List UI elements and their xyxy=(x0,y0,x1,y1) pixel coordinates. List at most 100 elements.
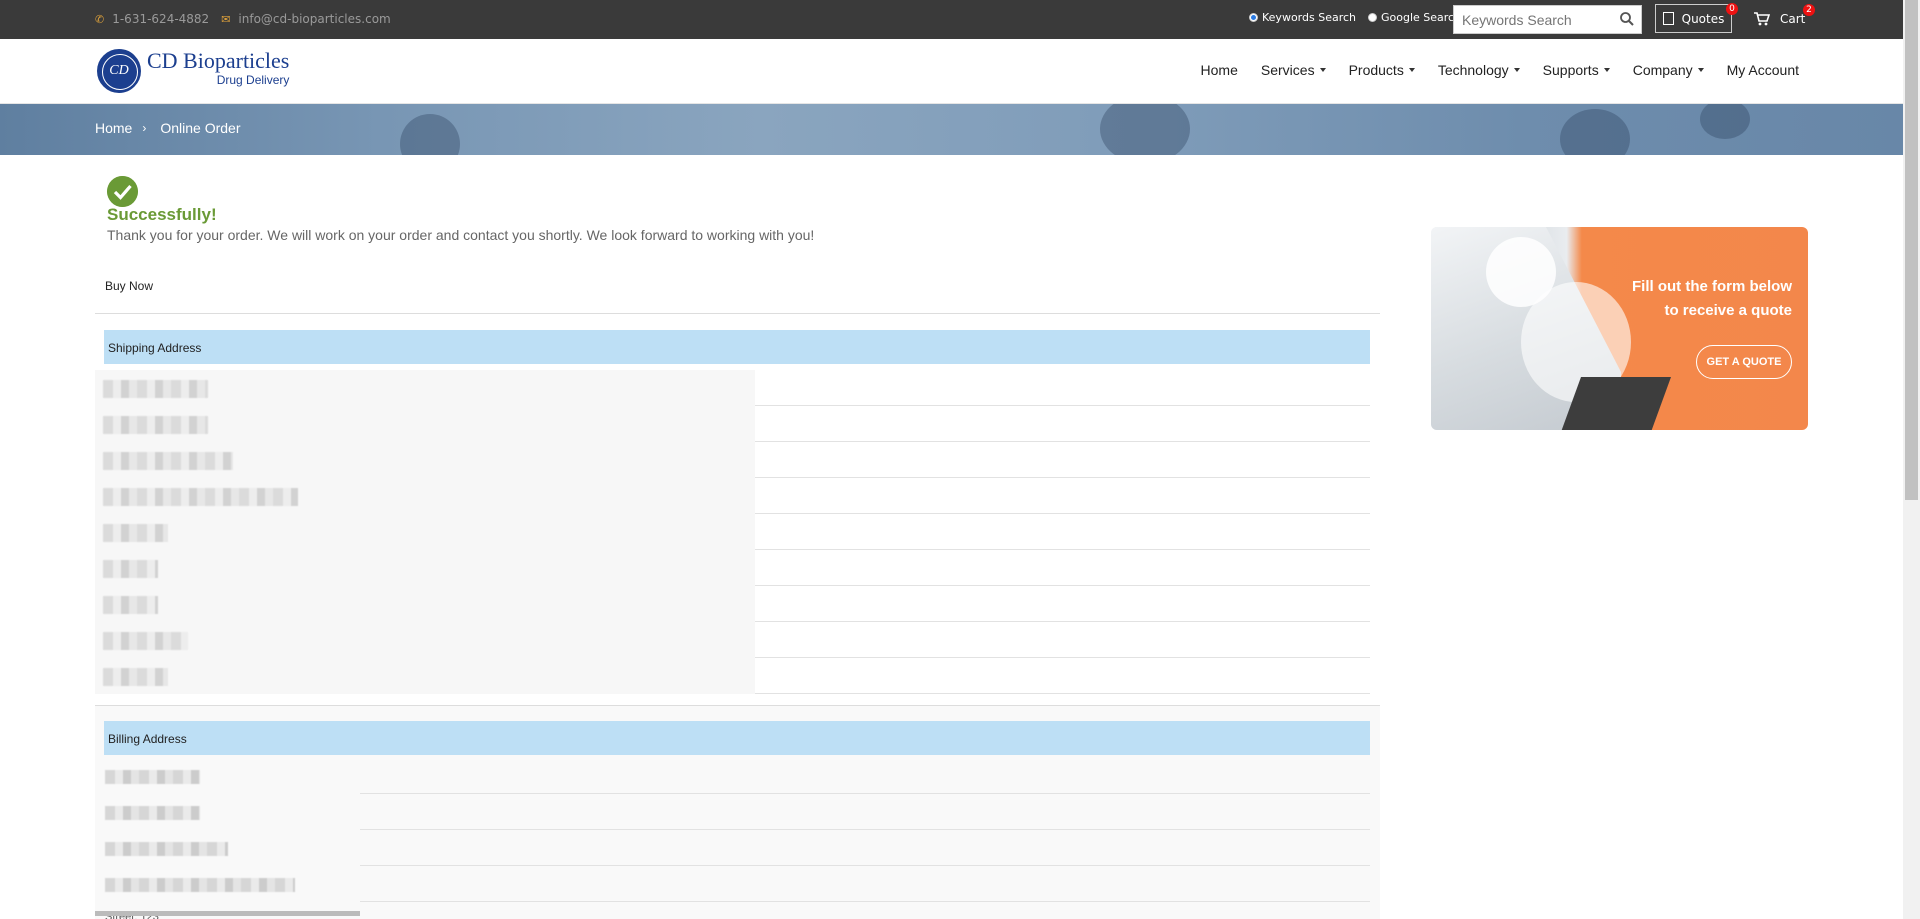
nav-my-account[interactable]: My Account xyxy=(1727,62,1799,78)
success-message: Thank you for your order. We will work o… xyxy=(107,227,815,243)
search-input[interactable] xyxy=(1454,6,1609,33)
caret-down-icon xyxy=(1408,68,1415,72)
redacted-value xyxy=(105,806,200,820)
redacted-value xyxy=(103,560,158,578)
quote-line-1: Fill out the form below xyxy=(1632,278,1792,295)
mail-icon: ✉ xyxy=(221,12,231,26)
divider xyxy=(95,705,1380,706)
redacted-value xyxy=(103,596,158,614)
nav-label: Products xyxy=(1348,62,1404,78)
logo-text: CD Bioparticles Drug Delivery xyxy=(147,48,290,88)
cart-count-badge: 2 xyxy=(1803,4,1815,16)
logo-name: CD Bioparticles xyxy=(147,48,290,73)
phone-number: 1-631-624-4882 xyxy=(112,12,210,26)
redacted-value xyxy=(103,632,188,650)
redacted-value xyxy=(105,842,228,856)
shipping-row xyxy=(95,550,1370,586)
nav-label: My Account xyxy=(1726,62,1799,78)
billing-row xyxy=(95,830,1370,866)
redacted-value xyxy=(103,524,168,542)
cart-button[interactable]: Cart xyxy=(1754,12,1805,26)
redacted-value xyxy=(103,380,208,398)
shipping-row xyxy=(95,442,1370,478)
check-icon xyxy=(107,176,138,207)
get-a-quote-button[interactable]: GET A QUOTE xyxy=(1696,345,1792,379)
cart-label: Cart xyxy=(1780,12,1806,26)
redacted-value xyxy=(105,878,295,892)
redacted-value xyxy=(103,416,208,434)
billing-row xyxy=(95,758,1370,794)
quote-prompt: Fill out the form below to receive a quo… xyxy=(1632,275,1792,323)
scrollbar-thumb[interactable] xyxy=(1905,0,1918,500)
nav-supports[interactable]: Supports xyxy=(1543,62,1610,78)
horizontal-scrollbar[interactable] xyxy=(95,911,360,916)
shipping-row xyxy=(95,622,1370,658)
breadcrumb-home[interactable]: Home xyxy=(95,120,132,136)
search-icon[interactable] xyxy=(1619,11,1635,27)
radio-google-search[interactable]: Google Search xyxy=(1368,11,1461,24)
billing-row xyxy=(95,794,1370,830)
breadcrumb-separator: › xyxy=(142,121,147,135)
radio-keywords-search[interactable]: Keywords Search xyxy=(1249,11,1356,24)
divider xyxy=(95,313,1380,314)
nav-label: Services xyxy=(1260,62,1315,78)
main-header: CD CD Bioparticles Drug Delivery Home Se… xyxy=(0,39,1903,104)
nav-company[interactable]: Company xyxy=(1633,62,1704,78)
main-nav: Home Services Products Technology Suppor… xyxy=(1178,62,1799,78)
nav-label: Company xyxy=(1632,62,1693,78)
logo-monogram: CD xyxy=(109,63,129,78)
banner-decoration xyxy=(400,114,460,155)
shipping-address-header: Shipping Address xyxy=(104,330,1370,364)
cart-icon xyxy=(1754,12,1770,26)
shipping-row xyxy=(95,586,1370,622)
shipping-address-rows xyxy=(95,370,1370,694)
shipping-row xyxy=(95,370,1370,406)
vertical-scrollbar[interactable] xyxy=(1903,0,1920,919)
success-title: Successfully! xyxy=(107,205,217,224)
quotes-count-badge: 0 xyxy=(1726,3,1738,15)
caret-down-icon xyxy=(1603,68,1610,72)
radio-dot[interactable] xyxy=(1368,13,1377,22)
quotes-button[interactable]: Quotes xyxy=(1655,4,1732,33)
logo[interactable]: CD CD Bioparticles Drug Delivery xyxy=(97,49,289,93)
search-box xyxy=(1453,5,1642,34)
radio-label: Keywords Search xyxy=(1262,11,1356,24)
quotes-label: Quotes xyxy=(1681,11,1725,26)
nav-products[interactable]: Products xyxy=(1349,62,1415,78)
lab-bench xyxy=(1560,377,1672,430)
nav-label: Supports xyxy=(1542,62,1599,78)
redacted-value xyxy=(103,668,168,686)
banner-decoration xyxy=(1700,104,1750,139)
top-bar: ✆ 1-631-624-4882 ✉ info@cd-bioparticles.… xyxy=(0,0,1903,39)
shipping-row xyxy=(95,658,1370,694)
quote-banner[interactable]: Fill out the form below to receive a quo… xyxy=(1431,227,1808,430)
breadcrumb: Home › Online Order xyxy=(95,120,241,136)
nav-home[interactable]: Home xyxy=(1201,62,1238,78)
phone-icon: ✆ xyxy=(95,12,105,26)
nav-label: Home xyxy=(1200,62,1238,78)
redacted-value xyxy=(103,452,233,470)
email-item[interactable]: ✉ info@cd-bioparticles.com xyxy=(221,12,391,26)
nav-services[interactable]: Services xyxy=(1261,62,1326,78)
phone-item[interactable]: ✆ 1-631-624-4882 xyxy=(95,12,209,26)
email-address: info@cd-bioparticles.com xyxy=(238,12,391,26)
document-icon xyxy=(1662,12,1674,25)
shipping-row xyxy=(95,514,1370,550)
quote-line-2: to receive a quote xyxy=(1664,302,1792,319)
caret-down-icon xyxy=(1697,68,1704,72)
caret-down-icon xyxy=(1513,68,1520,72)
page-banner: Home › Online Order xyxy=(0,104,1903,155)
redacted-value xyxy=(105,770,200,784)
redacted-value xyxy=(103,488,298,506)
radio-label: Google Search xyxy=(1381,11,1462,24)
contact-info: ✆ 1-631-624-4882 ✉ info@cd-bioparticles.… xyxy=(95,12,403,26)
caret-down-icon xyxy=(1319,68,1326,72)
banner-decoration xyxy=(1560,109,1630,155)
banner-decoration xyxy=(1100,104,1190,155)
logo-emblem: CD xyxy=(97,49,141,93)
nav-label: Technology xyxy=(1437,62,1509,78)
breadcrumb-current: Online Order xyxy=(160,120,241,136)
buy-now-heading: Buy Now xyxy=(105,279,154,293)
radio-dot-selected[interactable] xyxy=(1249,13,1258,22)
nav-technology[interactable]: Technology xyxy=(1438,62,1520,78)
